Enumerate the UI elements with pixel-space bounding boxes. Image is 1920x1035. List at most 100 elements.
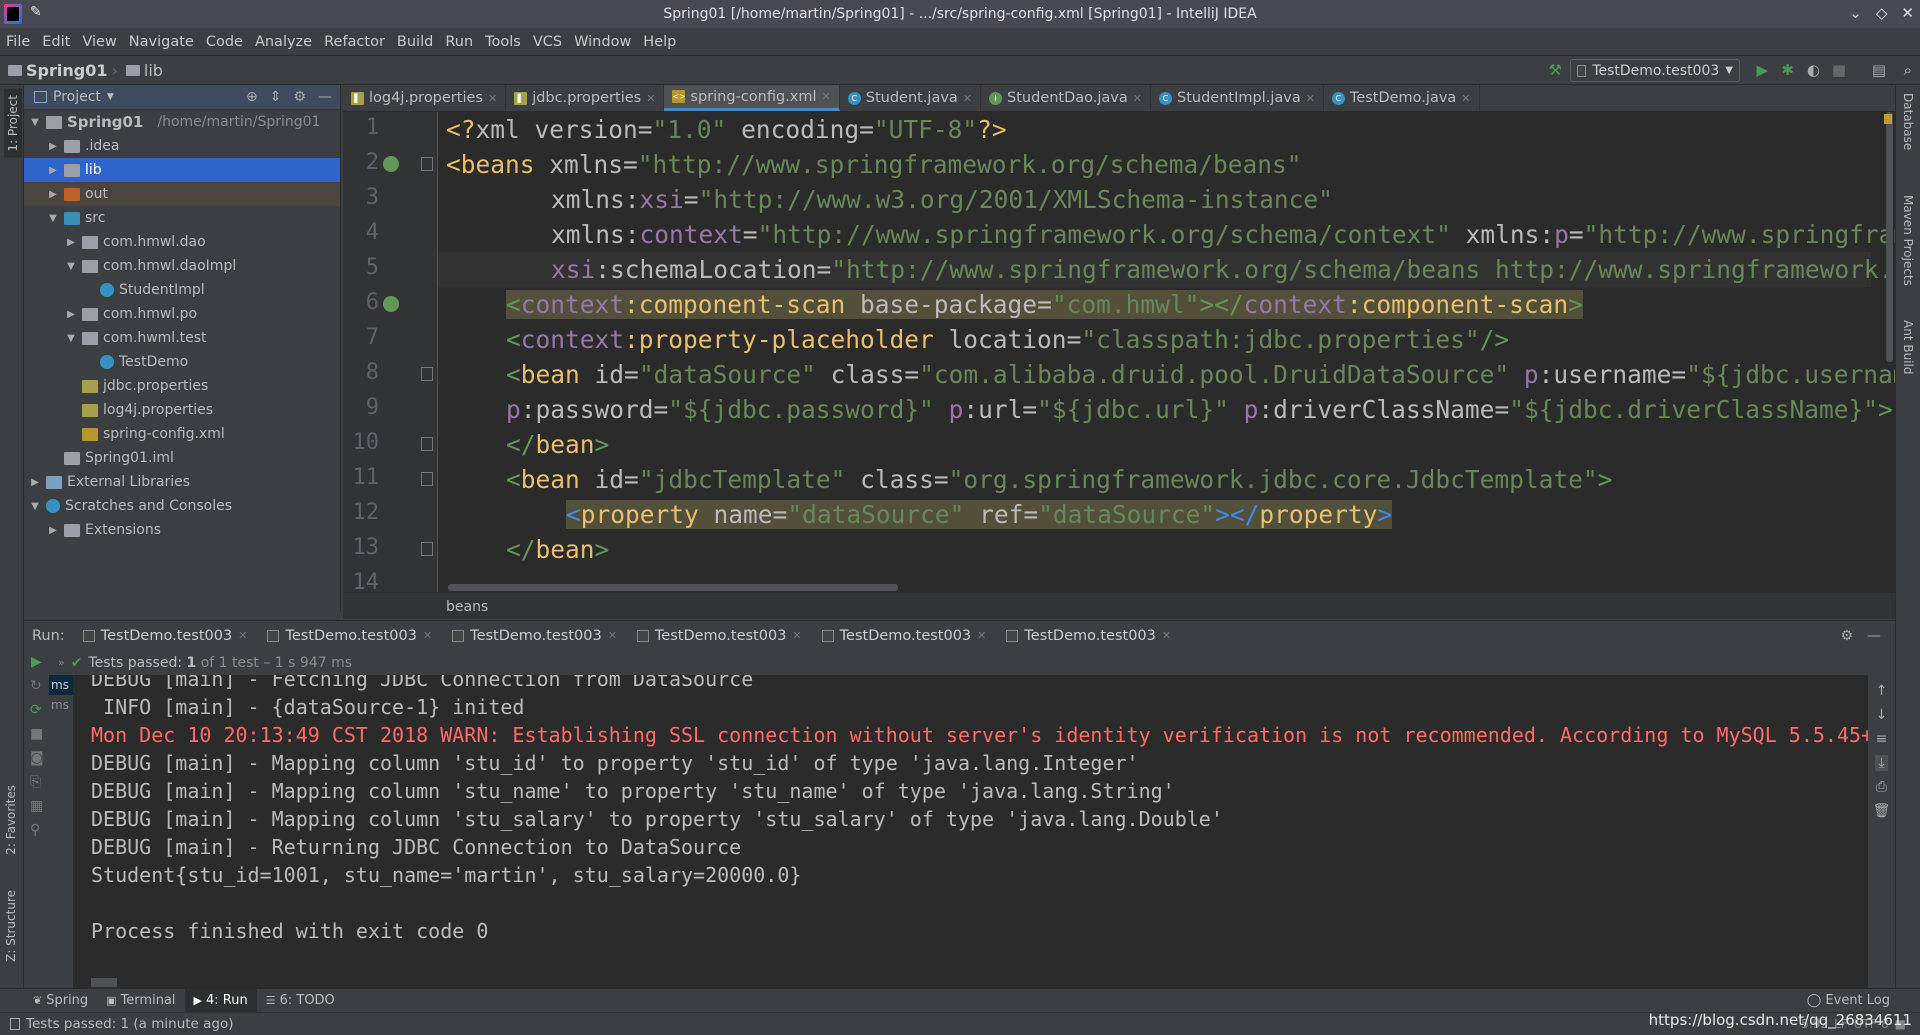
run-configuration-select[interactable]: TestDemo.test003 ▼ — [1570, 59, 1740, 82]
layout-icon[interactable]: ▦ — [24, 794, 49, 818]
locate-icon[interactable]: ⊕ — [246, 89, 258, 105]
code-line[interactable]: <context:component-scan base-package="co… — [506, 287, 1583, 322]
close-tab-icon[interactable]: ✕ — [608, 629, 617, 642]
tree-item-spring01-iml[interactable]: Spring01.iml — [24, 446, 340, 470]
tool-4-run[interactable]: ▶ 4: Run — [184, 988, 257, 1013]
close-tab-icon[interactable]: ✕ — [792, 629, 801, 642]
gear-icon[interactable]: ⚙ — [293, 89, 306, 105]
tab-testdemo-java[interactable]: C TestDemo.java ✕ — [1324, 85, 1480, 111]
chevron-down-icon[interactable]: ▼ — [28, 501, 42, 512]
tool-6-todo[interactable]: ☰ 6: TODO — [257, 989, 344, 1013]
close-tab-icon[interactable]: ✕ — [822, 90, 831, 103]
rerun-failed-icon[interactable]: ↻ — [24, 674, 49, 698]
tab-student-java[interactable]: C Student.java ✕ — [840, 85, 982, 111]
code-line[interactable]: <bean id="jdbcTemplate" class="org.sprin… — [506, 462, 1612, 497]
fold-marker-icon[interactable] — [421, 367, 433, 381]
close-tab-icon[interactable]: ✕ — [1461, 92, 1470, 105]
tool-terminal[interactable]: ▣ Terminal — [97, 989, 184, 1013]
chevron-right-icon[interactable]: ▶ — [46, 165, 60, 176]
fold-marker-icon[interactable] — [421, 542, 433, 556]
console-hscrollbar[interactable] — [91, 978, 117, 987]
run-icon[interactable]: ▶ — [1756, 61, 1768, 79]
code-editor[interactable]: 1 2 3 4 5 6 7 8 9 10 11 12 13 14 <?xml version="1.0" … — [343, 112, 1895, 592]
tab-studentdao-java[interactable]: I StudentDao.java ✕ — [981, 85, 1151, 111]
tool-spring[interactable]: ❦ Spring — [24, 989, 97, 1013]
run-tab[interactable]: TestDemo.test003 ✕ — [442, 621, 627, 651]
chevron-right-icon[interactable]: ▶ — [28, 477, 42, 488]
trash-icon[interactable]: 🗑 — [1873, 803, 1891, 819]
breadcrumb-beans[interactable]: beans — [446, 599, 488, 615]
maven-tool-button[interactable]: Maven Projects — [1901, 195, 1915, 286]
tree-item-jdbc-properties[interactable]: jdbc.properties — [24, 374, 340, 398]
breadcrumb-project[interactable]: Spring01 › — [8, 61, 118, 80]
close-tab-icon[interactable]: ✕ — [1162, 629, 1171, 642]
menu-help[interactable]: Help — [643, 34, 676, 50]
code-line[interactable]: <context:property-placeholder location="… — [506, 322, 1509, 357]
search-everywhere-icon[interactable]: ⌕ — [1904, 61, 1912, 79]
menu-file[interactable]: File — [6, 34, 30, 50]
tree-item-log4j-properties[interactable]: log4j.properties — [24, 398, 340, 422]
menu-run[interactable]: Run — [445, 34, 473, 50]
code-line[interactable]: <?xml version="1.0" encoding="UTF-8"?> — [446, 112, 1007, 147]
code-line[interactable]: </bean> — [506, 427, 609, 462]
stop-icon[interactable]: ■ — [1832, 61, 1846, 79]
tree-item-extensions[interactable]: ▶ Extensions — [24, 518, 340, 542]
menu-window[interactable]: Window — [574, 34, 631, 50]
code-line[interactable]: </bean> — [506, 532, 609, 567]
chevron-right-icon[interactable]: ▶ — [46, 189, 60, 200]
status-toggle-icon[interactable] — [10, 1018, 20, 1030]
run-tab[interactable]: TestDemo.test003 ✕ — [73, 621, 258, 651]
hide-icon[interactable]: — — [1867, 628, 1881, 644]
close-tab-icon[interactable]: ✕ — [1133, 92, 1142, 105]
scroll-to-end-icon[interactable]: ⤓ — [1875, 755, 1888, 771]
chevron-down-icon[interactable]: ▼ — [64, 261, 78, 272]
analysis-warning-marker[interactable] — [1884, 114, 1892, 124]
fold-marker-icon[interactable] — [421, 157, 433, 171]
gear-icon[interactable]: ⚙ — [1840, 628, 1853, 644]
print-icon[interactable]: ⎙ — [1876, 779, 1887, 795]
database-tool-button[interactable]: Database — [1901, 93, 1915, 150]
tree-item-external-libraries[interactable]: ▶ External Libraries — [24, 470, 340, 494]
tree-item-com-hmwl-daoimpl[interactable]: ▼ com.hmwl.daoImpl — [24, 254, 340, 278]
close-tab-icon[interactable]: ✕ — [977, 629, 986, 642]
close-tab-icon[interactable]: ✕ — [963, 92, 972, 105]
tab-jdbc-properties[interactable]: ▌ jdbc.properties ✕ — [506, 85, 665, 111]
toggle-autotest-icon[interactable]: ⟳ — [24, 698, 49, 722]
close-tab-icon[interactable]: ✕ — [646, 92, 655, 105]
rerun-icon[interactable]: ▶ — [24, 650, 49, 674]
minimize-button[interactable]: ⌄ — [1849, 4, 1862, 22]
camera-icon[interactable]: ◙ — [24, 746, 49, 770]
code-line[interactable]: xsi:schemaLocation="http://www.springfra… — [551, 252, 1895, 287]
chevron-right-icon[interactable]: ▶ — [64, 237, 78, 248]
arrow-down-icon[interactable]: ↓ — [1876, 707, 1888, 723]
project-tool-button[interactable]: 1: Project — [4, 89, 22, 158]
tab-studentimpl-java[interactable]: C StudentImpl.java ✕ — [1151, 85, 1324, 111]
fold-marker-icon[interactable] — [421, 472, 433, 486]
vertical-scrollbar[interactable] — [1886, 112, 1893, 362]
tree-item-out[interactable]: ▶ out — [24, 182, 340, 206]
menu-build[interactable]: Build — [397, 34, 433, 50]
chevron-down-icon[interactable]: ▼ — [64, 333, 78, 344]
collapse-icon[interactable]: ⇕ — [270, 89, 282, 105]
scan-gutter-icon[interactable] — [383, 296, 399, 312]
menu-vcs[interactable]: VCS — [533, 34, 562, 50]
menu-refactor[interactable]: Refactor — [324, 34, 385, 50]
arrow-up-icon[interactable]: ↑ — [1876, 683, 1888, 699]
tree-item-com-hmwl-dao[interactable]: ▶ com.hmwl.dao — [24, 230, 340, 254]
favorites-tool-button[interactable]: 2: Favorites — [4, 785, 18, 855]
code-area[interactable]: <?xml version="1.0" encoding="UTF-8"?> <b… — [438, 112, 1895, 592]
chevron-down-icon[interactable]: ▼ — [46, 213, 60, 224]
chevron-right-icon[interactable]: ▶ — [64, 309, 78, 320]
horizontal-scrollbar[interactable] — [448, 584, 898, 591]
close-tab-icon[interactable]: ✕ — [488, 92, 497, 105]
test-tree-collapsed[interactable]: ms ms — [49, 675, 73, 988]
chevron-right-icon[interactable]: ▶ — [46, 141, 60, 152]
run-tab[interactable]: TestDemo.test003 ✕ — [257, 621, 442, 651]
code-line[interactable]: p:password="${jdbc.password}" p:url="${j… — [506, 392, 1893, 427]
chevron-down-icon[interactable]: ▼ — [28, 117, 42, 128]
menu-analyze[interactable]: Analyze — [255, 34, 312, 50]
code-line[interactable]: <property name="dataSource" ref="dataSou… — [566, 497, 1393, 532]
chevron-right-icon[interactable]: ▶ — [46, 525, 60, 536]
menu-tools[interactable]: Tools — [485, 34, 521, 50]
close-tab-icon[interactable]: ✕ — [1306, 92, 1315, 105]
